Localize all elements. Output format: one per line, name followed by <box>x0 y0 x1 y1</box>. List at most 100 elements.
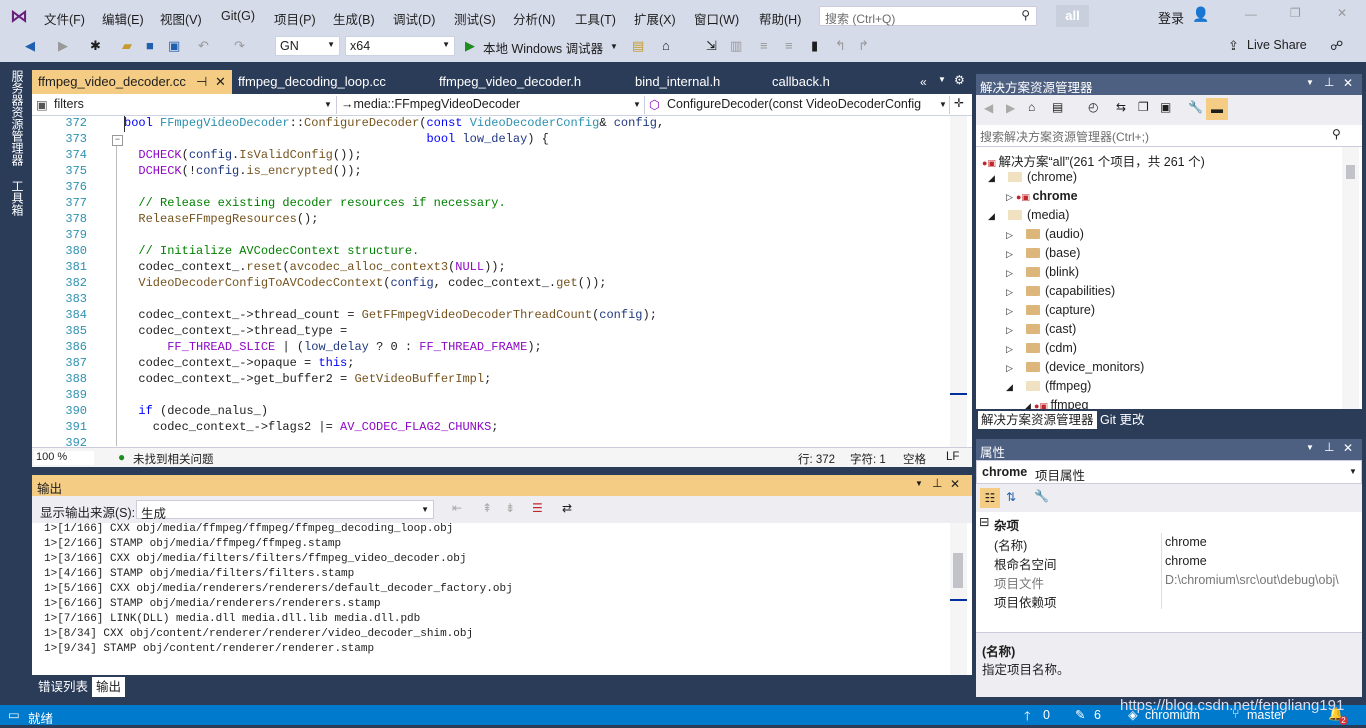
collapsed-arrow-icon[interactable]: ▷ <box>1006 306 1013 317</box>
chevron-down-icon[interactable]: ▼ <box>1306 78 1314 87</box>
menu-tools[interactable]: 工具(T) <box>575 9 616 28</box>
collapse-icon[interactable]: − <box>112 135 123 146</box>
collapse-all-icon[interactable]: ❐ <box>1138 100 1149 114</box>
pin-icon[interactable]: ⊣ <box>196 70 207 94</box>
collapsed-arrow-icon[interactable]: ▷ <box>1006 287 1013 298</box>
line-indicator[interactable]: 行: 372 <box>798 451 835 467</box>
solution-tree[interactable]: ●▣ 解决方案“all”(261 个项目，共 261 个) ◢ (chrome)… <box>976 147 1362 409</box>
pending-changes-icon[interactable]: ◴ <box>1088 100 1098 114</box>
preview-icon[interactable]: ▬ <box>1206 98 1228 120</box>
menu-extensions[interactable]: 扩展(X) <box>634 9 676 28</box>
pencil-icon[interactable]: ✎ <box>1075 707 1085 722</box>
collapsed-arrow-icon[interactable]: ▷ <box>1006 268 1013 279</box>
sync-icon[interactable]: ⇆ <box>1116 100 1126 114</box>
scope-select[interactable]: →media::FFmpegVideoDecoder ▼ <box>337 96 645 114</box>
tree-node-folder[interactable]: (capabilities) <box>1026 284 1115 298</box>
menu-project[interactable]: 项目(P) <box>274 9 316 28</box>
tree-scrollbar[interactable] <box>1342 147 1359 409</box>
tab-overflow-icon[interactable]: « <box>920 75 927 89</box>
tab-solution-explorer[interactable]: 解决方案资源管理器 <box>978 411 1097 429</box>
pin-icon[interactable]: ⊥ <box>932 476 942 490</box>
tree-node-folder[interactable]: (ffmpeg) <box>1026 379 1091 393</box>
menu-help[interactable]: 帮助(H) <box>759 9 801 28</box>
uncomment-icon[interactable]: ≡ <box>785 38 793 53</box>
toolbox-tab[interactable]: 工具箱 <box>9 180 26 216</box>
server-explorer-tab[interactable]: 服务器资源管理器 <box>9 70 26 166</box>
member-select[interactable]: ⬡ ConfigureDecoder(const VideoDecoderConf… <box>645 96 950 114</box>
doc-tab-active[interactable]: ffmpeg_video_decoder.cc ⊣ ✕ <box>32 70 232 94</box>
menu-test[interactable]: 测试(S) <box>454 9 496 28</box>
gear-icon[interactable]: ⚙ <box>954 73 965 87</box>
forward-icon[interactable]: ▶ <box>58 38 68 54</box>
chevron-down-icon[interactable]: ▼ <box>915 479 923 488</box>
whitespace-indicator[interactable]: 空格 <box>903 451 926 467</box>
toggle-icon[interactable]: ▥ <box>730 38 742 54</box>
redo-icon[interactable]: ↷ <box>234 38 245 54</box>
tree-node-folder[interactable]: (blink) <box>1026 265 1079 279</box>
editor-scrollbar[interactable] <box>950 116 967 447</box>
menu-analyze[interactable]: 分析(N) <box>513 9 555 28</box>
col-indicator[interactable]: 字符: 1 <box>850 451 886 467</box>
tree-scroll-thumb[interactable] <box>1346 165 1355 179</box>
show-all-files-icon[interactable]: ▣ <box>1160 100 1171 114</box>
tab-output[interactable]: 输出 <box>92 677 126 697</box>
tree-node-folder[interactable]: (base) <box>1026 246 1080 260</box>
collapsed-arrow-icon[interactable]: ▷ <box>1006 363 1013 374</box>
pin-icon[interactable]: ⊥ <box>1324 75 1334 89</box>
property-row[interactable]: 项目依赖项 <box>976 590 1362 610</box>
save-all-icon[interactable]: ▣ <box>168 38 180 54</box>
undo-icon[interactable]: ↶ <box>198 38 209 54</box>
next-bookmark-icon[interactable]: ↱ <box>858 38 869 54</box>
save-icon[interactable]: ■ <box>146 38 154 53</box>
feedback-icon[interactable]: ☍ <box>1330 38 1343 54</box>
tree-node-folder[interactable]: (audio) <box>1026 227 1084 241</box>
tab-git-changes[interactable]: Git 更改 <box>1100 411 1144 429</box>
search-input[interactable]: 搜索 (Ctrl+Q) ⚲ <box>819 6 1037 26</box>
property-row[interactable]: 项目文件 D:\chromium\src\out\debug\obj\ <box>976 571 1362 591</box>
home-icon[interactable]: ⌂ <box>1028 100 1035 114</box>
collapse-icon[interactable]: ⊟ <box>979 514 989 529</box>
doc-tab[interactable]: bind_internal.h <box>629 70 765 94</box>
platform-select[interactable]: x64 ▼ <box>345 36 455 56</box>
property-row[interactable]: (名称) chrome <box>976 533 1362 553</box>
sign-in-link[interactable]: 登录 <box>1158 8 1184 27</box>
collapsed-arrow-icon[interactable]: ▷ <box>1006 230 1013 241</box>
property-row[interactable]: 根命名空间 chrome <box>976 552 1362 572</box>
code-editor[interactable]: − 372 373 374 375 376 377 378 379 380 38… <box>32 116 972 447</box>
minimize-icon[interactable]: — <box>1245 7 1257 21</box>
push-count[interactable]: 0 <box>1043 708 1050 722</box>
collapsed-arrow-icon[interactable]: ▷ <box>1006 249 1013 260</box>
split-icon[interactable]: ✛ <box>954 96 964 110</box>
tab-error-list[interactable]: 错误列表 <box>34 677 92 697</box>
tree-node-project-chrome[interactable]: ●▣ chrome <box>1016 189 1078 203</box>
tree-node-project-ffmpeg[interactable]: ●▣ ffmpeg <box>1034 398 1088 409</box>
zoom-select[interactable]: 100 % <box>34 451 94 465</box>
menu-edit[interactable]: 编辑(E) <box>102 9 144 28</box>
tree-node-folder[interactable]: (chrome) <box>1008 170 1077 184</box>
maximize-icon[interactable]: ❐ <box>1290 6 1301 20</box>
comment-icon[interactable]: ≡ <box>760 38 768 53</box>
forward-icon[interactable]: ▶ <box>1006 101 1015 115</box>
issues-text[interactable]: 未找到相关问题 <box>133 451 214 467</box>
categorized-icon[interactable]: ☷ <box>980 488 1000 508</box>
menu-window[interactable]: 窗口(W) <box>694 9 739 28</box>
expanded-arrow-icon[interactable]: ◢ <box>1006 382 1013 393</box>
changes-count[interactable]: 6 <box>1094 708 1101 722</box>
doc-tab[interactable]: ffmpeg_video_decoder.h <box>433 70 629 94</box>
step-icon[interactable]: ⇲ <box>706 38 717 54</box>
close-icon[interactable]: ✕ <box>950 477 960 491</box>
go-to-line-icon[interactable]: ⇤ <box>452 501 462 515</box>
collapsed-arrow-icon[interactable]: ▷ <box>1006 344 1013 355</box>
properties-icon[interactable]: 🔧 <box>1188 100 1203 114</box>
property-pages-icon[interactable]: 🔧 <box>1034 489 1049 503</box>
chevron-down-icon[interactable]: ▼ <box>1306 443 1314 452</box>
config-select[interactable]: GN ▼ <box>275 36 340 56</box>
column-divider[interactable] <box>1161 533 1162 609</box>
browse-icon[interactable]: ⌂ <box>662 38 670 53</box>
next-message-icon[interactable]: ⇟ <box>505 501 515 515</box>
prev-message-icon[interactable]: ⇞ <box>482 501 492 515</box>
tree-node-folder[interactable]: (capture) <box>1026 303 1095 317</box>
user-icon[interactable]: 👤 <box>1192 6 1209 23</box>
tree-node-folder[interactable]: (cdm) <box>1026 341 1077 355</box>
output-source-select[interactable]: 生成 ▼ <box>136 500 434 521</box>
